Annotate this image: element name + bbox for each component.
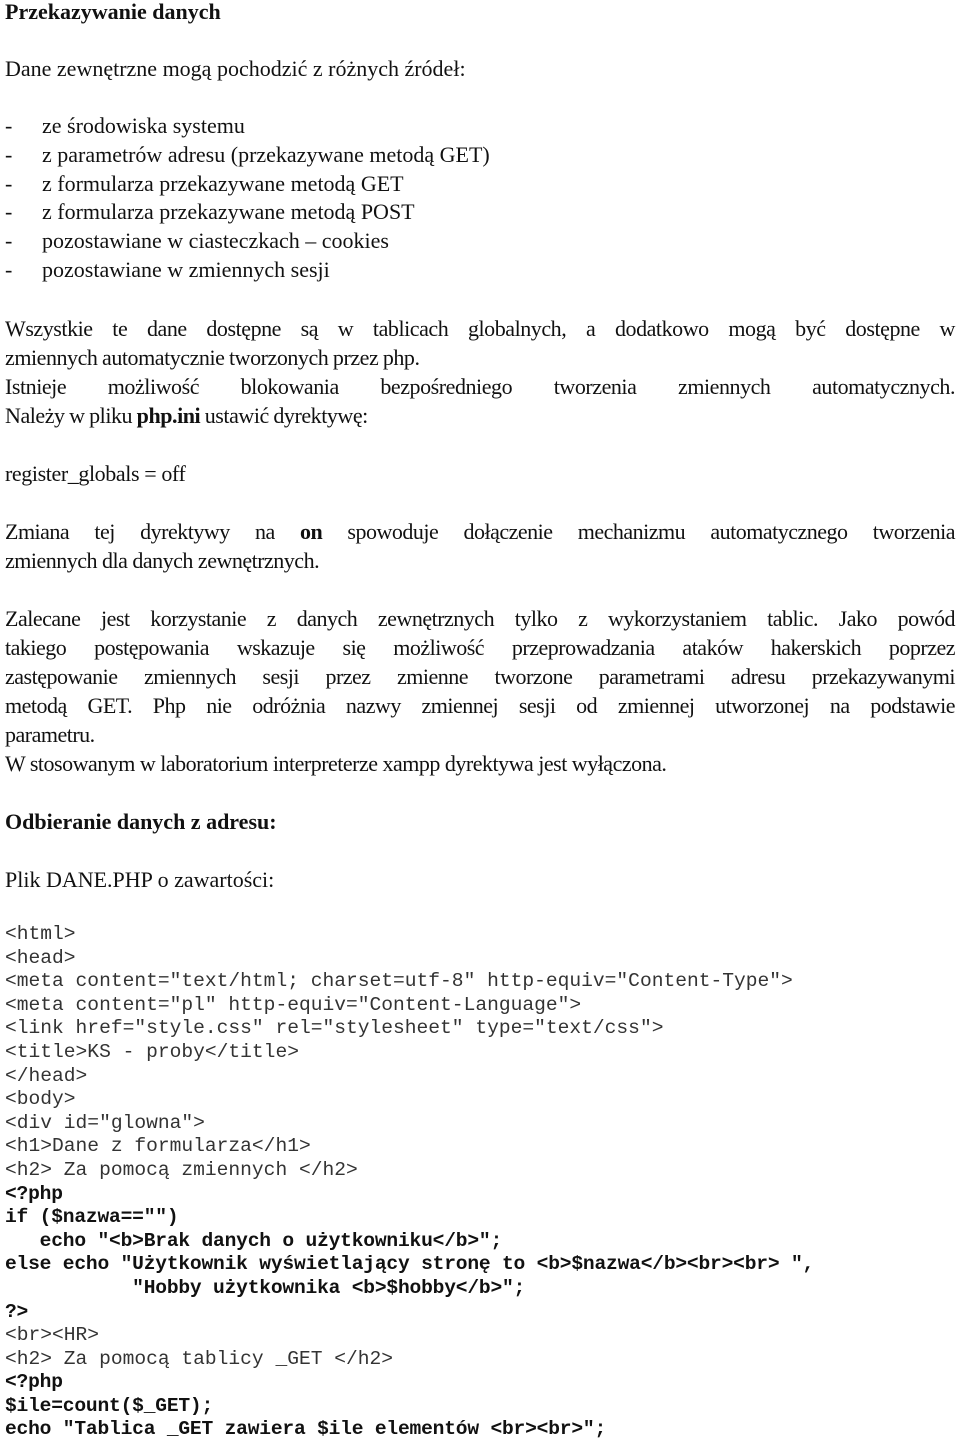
paragraph-line: Zmiana tej dyrektywy na on spowoduje doł… xyxy=(5,517,955,546)
code-line: if ($nazwa=="") xyxy=(5,1206,179,1229)
list-item-text: z formularza przekazywane metodą POST xyxy=(42,199,415,225)
paragraph-line: Zalecane jest korzystanie z danych zewnę… xyxy=(5,606,956,631)
text-segment: Zmiana tej dyrektywy na xyxy=(5,519,300,544)
paragraph-line: parametru. xyxy=(5,722,95,747)
code-line: echo "<b>Brak danych o użytkowniku</b>"; xyxy=(5,1229,503,1252)
list-item-text: pozostawiane w ciasteczkach – cookies xyxy=(42,228,389,254)
list-item-text: ze środowiska systemu xyxy=(42,113,245,138)
code-line: ?> xyxy=(5,1300,29,1323)
section-heading: Odbieranie danych z adresu: xyxy=(5,809,277,834)
code-line: <?php xyxy=(5,1182,63,1205)
paragraph-line: zmiennych dla danych zewnętrznych. xyxy=(5,548,320,573)
paragraph-line: zastępowanie zmiennych sesji przez zmien… xyxy=(5,664,956,689)
list-item-text: pozostawiane w zmiennych sesji xyxy=(42,256,330,282)
code-line: echo "Tablica _GET zawiera $ile elementó… xyxy=(5,1418,607,1441)
code-line: else echo "Użytkownik wyświetlający stro… xyxy=(5,1253,815,1276)
list-bullet: - xyxy=(5,199,13,225)
paragraph-line: metodą GET. Php nie odróżnia nazwy zmien… xyxy=(5,693,956,718)
php-ini-filename: php.ini xyxy=(136,403,201,428)
list-bullet: - xyxy=(5,228,13,254)
list-item-text: z parametrów adresu (przekazywane metodą… xyxy=(42,141,490,167)
list-bullet: - xyxy=(5,170,13,196)
list-bullet: - xyxy=(5,141,13,167)
code-line: <h2> Za pomocą zmiennych </h2> xyxy=(5,1158,358,1181)
list-item-text: z formularza przekazywane metodą GET xyxy=(42,170,404,196)
list-bullet: - xyxy=(5,113,13,138)
directive-text: register_globals = off xyxy=(5,461,186,486)
code-line: <?php xyxy=(5,1371,63,1394)
code-line: <h2> Za pomocą tablicy _GET </h2> xyxy=(5,1347,394,1370)
document-title: Przekazywanie danych xyxy=(5,0,221,24)
code-line: <h1>Dane z formularza</h1> xyxy=(5,1135,311,1158)
directive-setting: register_globals = off xyxy=(5,459,955,488)
paragraph-recommendation: Zalecane jest korzystanie z danych zewnę… xyxy=(5,604,956,749)
intro-text: Dane zewnętrzne mogą pochodzić z różnych… xyxy=(5,56,466,81)
code-listing: <html> <head> <meta content="text/html; ch… xyxy=(5,923,814,1442)
paragraph-line: Należy w pliku php.ini ustawić dyrektywę… xyxy=(5,401,955,430)
paragraph-xampp: W stosowanym w laboratorium interpreterz… xyxy=(5,749,955,778)
paragraph-line: Wszystkie te dane dostępne są w tablicac… xyxy=(5,316,955,341)
paragraph-line: Istnieje możliwość blokowania bezpośredn… xyxy=(5,374,955,399)
code-line: <html> xyxy=(5,923,76,945)
file-label: Plik DANE.PHP o zawartości: xyxy=(5,867,275,892)
code-line: </head> xyxy=(5,1064,88,1087)
list-bullet: - xyxy=(5,256,13,282)
paragraph-directive-on: Zmiana tej dyrektywy na on spowoduje doł… xyxy=(5,517,955,575)
text-segment: spowoduje dołączenie mechanizmu automaty… xyxy=(322,519,955,544)
code-line: <link href="style.css" rel="stylesheet" … xyxy=(5,1017,664,1040)
paragraph-line: zmiennych automatycznie tworzonych przez… xyxy=(5,345,420,370)
code-line: <br><HR> xyxy=(5,1324,100,1347)
text-segment: Należy w pliku xyxy=(5,403,137,428)
text-segment: ustawić dyrektywę: xyxy=(200,403,369,428)
on-keyword: on xyxy=(299,519,323,544)
paragraph-line: takiego postępowania wskazuje się możliw… xyxy=(5,635,956,660)
code-line: <title>KS - proby</title> xyxy=(5,1040,299,1063)
code-line: <body> xyxy=(5,1088,76,1111)
code-line: $ile=count($_GET); xyxy=(5,1394,214,1417)
code-line: <head> xyxy=(5,946,76,969)
code-line: <meta content="pl" http-equiv="Content-L… xyxy=(5,993,582,1016)
code-line: <meta content="text/html; charset=utf-8"… xyxy=(5,970,793,993)
paragraph-global-arrays: Wszystkie te dane dostępne są w tablicac… xyxy=(5,314,955,430)
code-line: <div id="glowna"> xyxy=(5,1111,205,1134)
paragraph-line: W stosowanym w laboratorium interpreterz… xyxy=(5,751,667,776)
code-line: "Hobby użytkownika <b>$hobby</b>"; xyxy=(5,1276,526,1299)
